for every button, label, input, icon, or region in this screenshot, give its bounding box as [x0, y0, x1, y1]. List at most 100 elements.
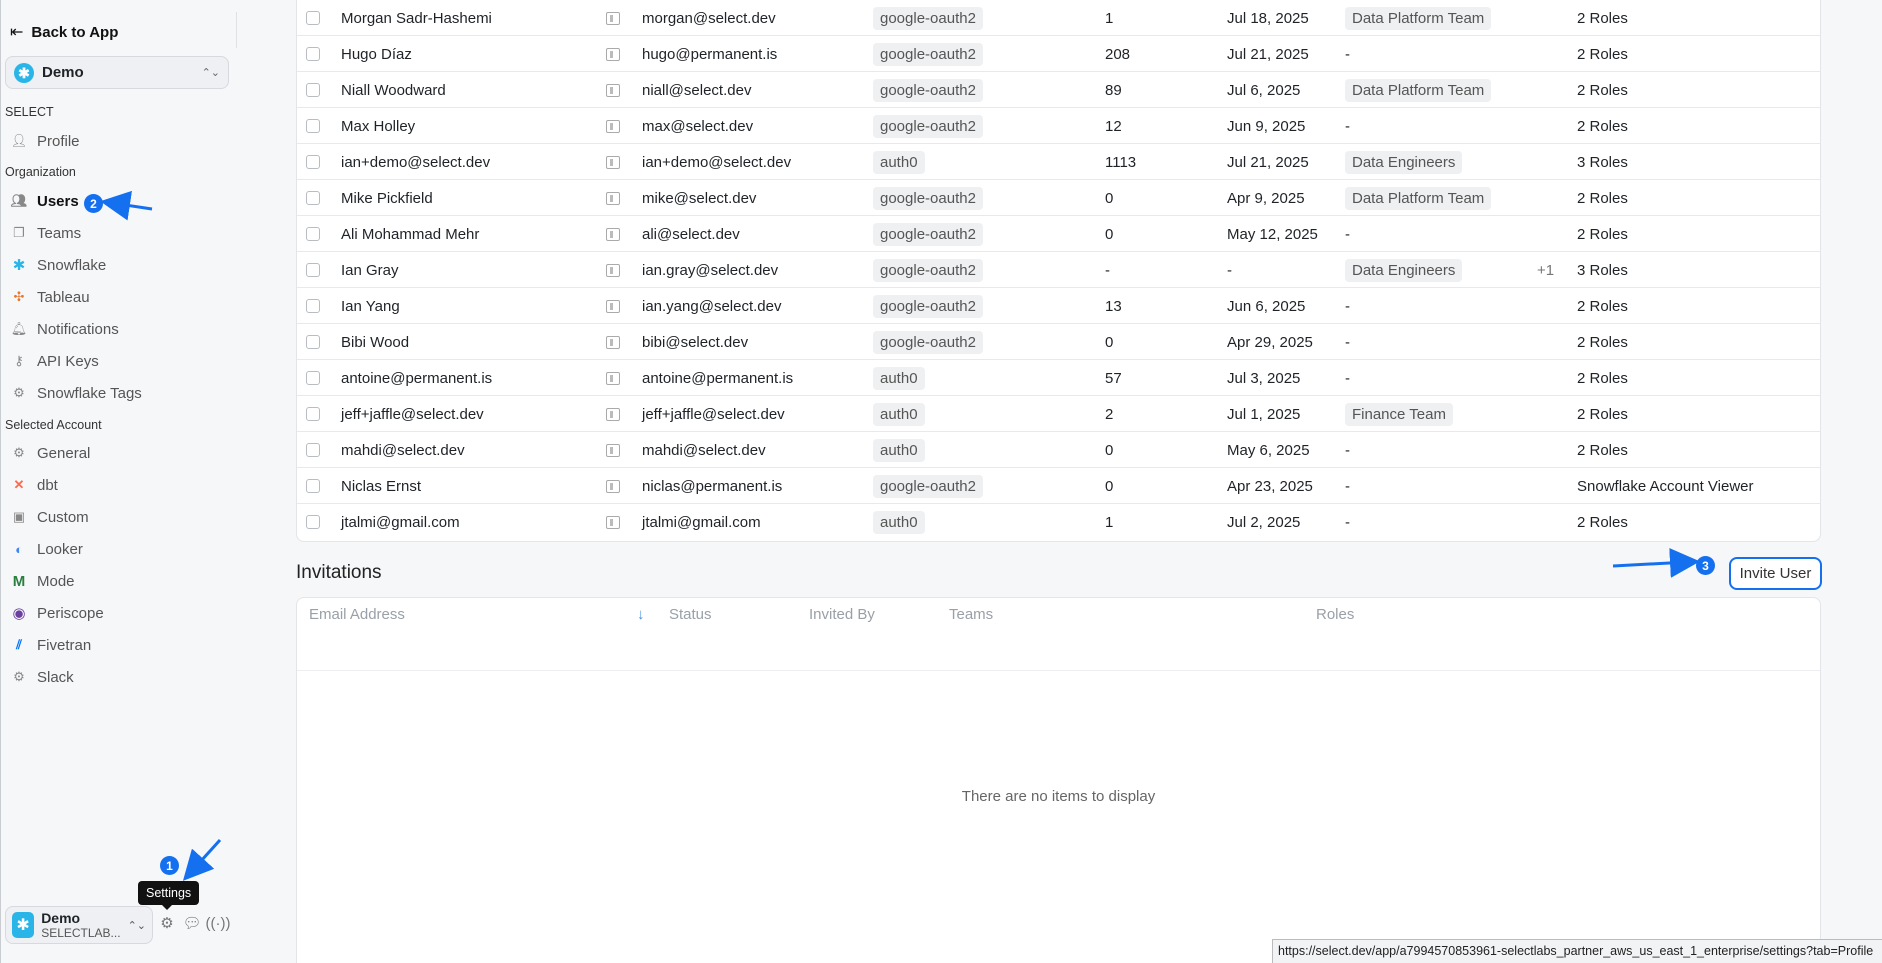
sidebar-item-api-keys[interactable]: ⚷ API Keys — [11, 347, 98, 375]
sidebar-item-teams[interactable]: ❐ Teams — [11, 219, 81, 247]
sidebar-item-tableau[interactable]: ✣ Tableau — [11, 283, 90, 311]
table-row[interactable]: antoine@permanent.is antoine@permanent.is… — [297, 360, 1820, 396]
sidebar-item-label: Snowflake Tags — [37, 384, 142, 402]
user-roles[interactable]: 2 Roles — [1577, 180, 1628, 216]
user-roles[interactable]: 2 Roles — [1577, 324, 1628, 360]
table-row[interactable]: Ian Gray ian.gray@select.dev google-oauth2… — [297, 252, 1820, 288]
auth-provider: auth0 — [873, 504, 925, 540]
column-header-status[interactable]: Status — [669, 606, 712, 623]
column-header-teams[interactable]: Teams — [949, 606, 993, 623]
user-roles[interactable]: 2 Roles — [1577, 72, 1628, 108]
user-roles[interactable]: 2 Roles — [1577, 432, 1628, 468]
row-checkbox[interactable] — [306, 227, 320, 241]
table-row[interactable]: jtalmi@gmail.com jtalmi@gmail.com auth0 1 Ju… — [297, 504, 1820, 540]
checkbox-cell[interactable] — [306, 288, 320, 324]
sidebar-item-mode[interactable]: M Mode — [11, 567, 75, 595]
sidebar-item-dbt[interactable]: ✕ dbt — [11, 471, 58, 499]
checkbox-cell[interactable] — [306, 432, 320, 468]
table-row[interactable]: Ali Mohammad Mehr ali@select.dev google-oa… — [297, 216, 1820, 252]
row-checkbox[interactable] — [306, 47, 320, 61]
checkbox-cell[interactable] — [306, 72, 320, 108]
user-roles[interactable]: 2 Roles — [1577, 360, 1628, 396]
row-checkbox[interactable] — [306, 83, 320, 97]
workspace-selector[interactable]: ✱ Demo ⌃⌄ — [5, 56, 229, 89]
sidebar-item-notifications[interactable]: 🔔︎ Notifications — [11, 315, 119, 343]
table-row[interactable]: Max Holley max@select.dev google-oauth2 12 J… — [297, 108, 1820, 144]
user-roles[interactable]: 2 Roles — [1577, 0, 1628, 36]
checkbox-cell[interactable] — [306, 180, 320, 216]
user-roles[interactable]: 2 Roles — [1577, 504, 1628, 540]
identity-icon-cell — [606, 72, 620, 108]
table-row[interactable]: Niall Woodward niall@select.dev google-oau… — [297, 72, 1820, 108]
checkbox-cell[interactable] — [306, 324, 320, 360]
row-checkbox[interactable] — [306, 11, 320, 25]
user-roles[interactable]: 2 Roles — [1577, 36, 1628, 72]
checkbox-cell[interactable] — [306, 504, 320, 540]
last-active-date: Jun 6, 2025 — [1227, 288, 1305, 324]
sort-down-icon[interactable]: ↓ — [637, 606, 645, 623]
sidebar-item-profile[interactable]: 👤︎ Profile — [11, 127, 80, 155]
settings-gear-icon[interactable]: ⚙ — [157, 913, 177, 933]
table-row[interactable]: Bibi Wood bibi@select.dev google-oauth2 0 Ap… — [297, 324, 1820, 360]
checkbox-cell[interactable] — [306, 396, 320, 432]
invite-user-button[interactable]: Invite User — [1729, 557, 1822, 590]
chat-icon[interactable]: 💬︎ — [182, 913, 202, 933]
sidebar-item-custom[interactable]: ▣ Custom — [11, 503, 89, 531]
checkbox-cell[interactable] — [306, 0, 320, 36]
row-checkbox[interactable] — [306, 335, 320, 349]
user-roles[interactable]: Snowflake Account Viewer — [1577, 468, 1754, 504]
column-header-email[interactable]: Email Address — [309, 606, 405, 623]
table-row[interactable]: Niclas Ernst niclas@permanent.is google-oa… — [297, 468, 1820, 504]
sidebar-item-fivetran[interactable]: ⫽ Fivetran — [11, 631, 91, 659]
row-checkbox[interactable] — [306, 263, 320, 277]
row-checkbox[interactable] — [306, 371, 320, 385]
table-row[interactable]: Mike Pickfield mike@select.dev google-oaut… — [297, 180, 1820, 216]
checkbox-cell[interactable] — [306, 360, 320, 396]
team-empty-text: - — [1345, 225, 1350, 243]
sidebar-item-snowflake-tags[interactable]: ⚙ Snowflake Tags — [11, 379, 142, 407]
table-row[interactable]: Morgan Sadr-Hashemi morgan@select.dev goog… — [297, 0, 1820, 36]
sidebar-item-users[interactable]: 👥︎ Users — [11, 187, 79, 215]
account-switcher[interactable]: ✱ Demo SELECTLAB... ⌃⌄ — [5, 906, 153, 944]
checkbox-cell[interactable] — [306, 144, 320, 180]
sidebar-item-general[interactable]: ⚙ General — [11, 439, 90, 467]
sidebar-item-snowflake[interactable]: ✱ Snowflake — [11, 251, 107, 279]
user-roles[interactable]: 2 Roles — [1577, 108, 1628, 144]
row-checkbox[interactable] — [306, 119, 320, 133]
auth-provider: google-oauth2 — [873, 216, 983, 252]
table-row[interactable]: mahdi@select.dev mahdi@select.dev auth0 0 Ma… — [297, 432, 1820, 468]
row-checkbox[interactable] — [306, 515, 320, 529]
row-checkbox[interactable] — [306, 191, 320, 205]
column-header-invited-by[interactable]: Invited By — [809, 606, 875, 623]
column-header-roles[interactable]: Roles — [1316, 606, 1354, 623]
user-roles[interactable]: 2 Roles — [1577, 216, 1628, 252]
user-roles[interactable]: 3 Roles — [1577, 252, 1628, 288]
user-roles[interactable]: 3 Roles — [1577, 144, 1628, 180]
users-table: Morgan Sadr-Hashemi morgan@select.dev goog… — [296, 0, 1821, 542]
broadcast-icon[interactable]: ((·)) — [206, 913, 231, 933]
identity-icon-cell — [606, 504, 620, 540]
checkbox-cell[interactable] — [306, 108, 320, 144]
divider — [236, 12, 237, 48]
row-checkbox[interactable] — [306, 299, 320, 313]
table-row[interactable]: Ian Yang ian.yang@select.dev google-oauth2… — [297, 288, 1820, 324]
sidebar-item-slack[interactable]: ⚙ Slack — [11, 663, 74, 691]
row-checkbox[interactable] — [306, 479, 320, 493]
back-arrow-icon: ⇤ — [10, 24, 24, 41]
table-row[interactable]: jeff+jaffle@select.dev jeff+jaffle@select… — [297, 396, 1820, 432]
checkbox-cell[interactable] — [306, 468, 320, 504]
sidebar-item-looker[interactable]: ◐ Looker — [11, 535, 83, 563]
table-row[interactable]: Hugo Díaz hugo@permanent.is google-oauth2 2… — [297, 36, 1820, 72]
back-to-app-link[interactable]: ⇤ Back to App — [10, 22, 118, 42]
checkbox-cell[interactable] — [306, 216, 320, 252]
row-checkbox[interactable] — [306, 407, 320, 421]
user-roles[interactable]: 2 Roles — [1577, 396, 1628, 432]
row-checkbox[interactable] — [306, 155, 320, 169]
checkbox-cell[interactable] — [306, 252, 320, 288]
row-checkbox[interactable] — [306, 443, 320, 457]
table-row[interactable]: ian+demo@select.dev ian+demo@select.dev au… — [297, 144, 1820, 180]
user-roles[interactable]: 2 Roles — [1577, 288, 1628, 324]
query-count: 1 — [1105, 0, 1113, 36]
checkbox-cell[interactable] — [306, 36, 320, 72]
sidebar-item-periscope[interactable]: ◉ Periscope — [11, 599, 103, 627]
